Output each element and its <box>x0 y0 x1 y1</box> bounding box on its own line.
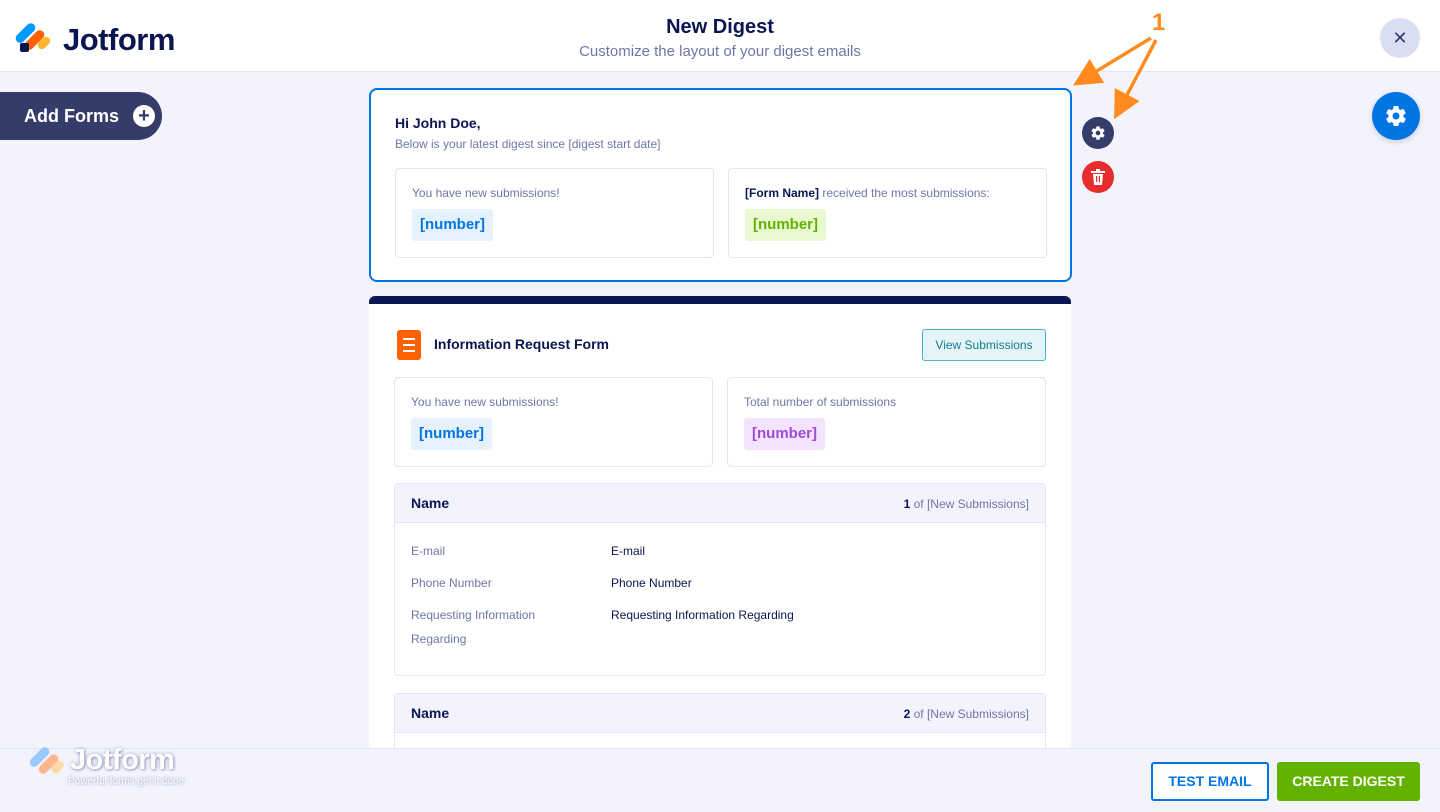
submission-block: Name 1 of [New Submissions] E-mail E-mai… <box>394 483 1046 676</box>
section-settings-button[interactable] <box>1082 117 1114 149</box>
box-label: [Form Name] received the most submission… <box>745 186 990 200</box>
submission-header: Name 2 of [New Submissions] <box>395 694 1045 733</box>
close-icon: ✕ <box>1392 28 1408 48</box>
field-value: Requesting Information Regarding <box>611 608 794 622</box>
form-digest-card[interactable]: Information Request Form View Submission… <box>369 296 1071 756</box>
number-placeholder: [number] <box>745 209 826 241</box>
total-submissions-box: Total number of submissions [number] <box>727 377 1046 467</box>
greeting-subtitle: Below is your latest digest since [diges… <box>395 137 661 151</box>
box-label: Total number of submissions <box>744 395 897 409</box>
form-document-icon <box>397 330 421 360</box>
field-value: Phone Number <box>611 576 692 590</box>
submission-count: 2 of [New Submissions] <box>904 707 1029 721</box>
greeting-title: Hi John Doe, <box>395 115 481 131</box>
submission-header: Name 1 of [New Submissions] <box>395 484 1045 523</box>
field-value: E-mail <box>611 544 646 558</box>
trash-icon <box>1091 169 1105 185</box>
box-label: You have new submissions! <box>411 395 559 409</box>
delete-section-button[interactable] <box>1082 161 1114 193</box>
jotform-watermark-icon <box>27 745 66 780</box>
plus-circle-icon: + <box>133 105 156 127</box>
submission-block: Name 2 of [New Submissions] <box>394 693 1046 756</box>
number-placeholder: [number] <box>744 418 825 450</box>
submission-of-text: of [New Submissions] <box>910 707 1029 721</box>
form-name: Information Request Form <box>434 336 610 352</box>
view-submissions-button[interactable]: View Submissions <box>922 329 1046 361</box>
digest-settings-button[interactable] <box>1372 92 1420 140</box>
page-subtitle: Customize the layout of your digest emai… <box>579 43 861 60</box>
top-bar: Jotform New Digest Customize the layout … <box>0 0 1440 72</box>
number-placeholder: [number] <box>411 418 492 450</box>
most-submissions-box: [Form Name] received the most submission… <box>728 168 1047 258</box>
submission-of-text: of [New Submissions] <box>910 497 1029 511</box>
field-label: Phone Number <box>411 576 492 590</box>
form-name-placeholder: [Form Name] <box>745 186 820 200</box>
new-submissions-box: You have new submissions! [number] <box>394 377 713 467</box>
create-digest-button[interactable]: CREATE DIGEST <box>1277 762 1420 801</box>
submission-count: 1 of [New Submissions] <box>904 497 1029 511</box>
field-label: E-mail <box>411 544 446 558</box>
watermark-tagline: Powerful forms get it done <box>68 776 185 787</box>
number-placeholder: [number] <box>412 209 493 241</box>
greeting-card[interactable]: Hi John Doe, Below is your latest digest… <box>369 88 1072 282</box>
watermark-brand: Jotform <box>70 744 175 776</box>
annotation-number: 1 <box>1152 9 1166 36</box>
close-button[interactable]: ✕ <box>1380 18 1420 58</box>
gear-icon <box>1386 105 1406 127</box>
box-label-rest: received the most submissions: <box>819 186 990 200</box>
add-forms-button[interactable]: Add Forms + <box>0 92 162 140</box>
submission-name: Name <box>411 705 450 721</box>
new-submissions-box: You have new submissions! [number] <box>395 168 714 258</box>
submission-name: Name <box>411 495 450 511</box>
gear-icon <box>1091 126 1105 140</box>
test-email-button[interactable]: TEST EMAIL <box>1151 762 1269 801</box>
field-label: Requesting Information Regarding <box>411 608 536 646</box>
page-title: New Digest <box>666 16 774 38</box>
add-forms-label: Add Forms <box>24 105 120 126</box>
box-label: You have new submissions! <box>412 186 560 200</box>
